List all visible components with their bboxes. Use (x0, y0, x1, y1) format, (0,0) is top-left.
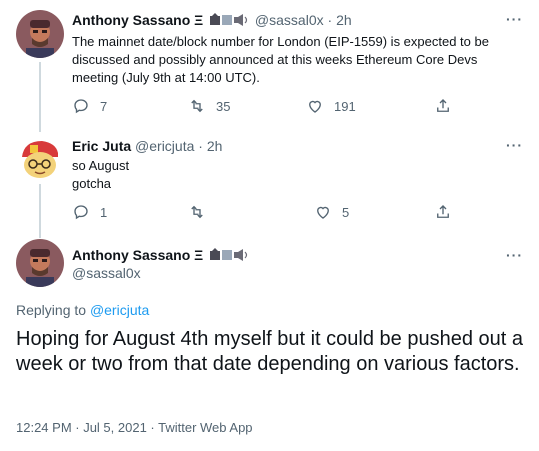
separator: · (327, 12, 333, 28)
handle-row: @sassal0x (72, 264, 141, 282)
reply-count: 1 (100, 204, 108, 220)
author-handle[interactable]: @sassal0x (72, 265, 141, 281)
like-count: 191 (334, 98, 356, 114)
share-icon (437, 205, 449, 218)
reply-icon (74, 205, 88, 220)
tweet-actions: 1 5 (72, 202, 512, 222)
share-button[interactable] (434, 96, 452, 116)
reply-button[interactable]: 7 (72, 96, 107, 116)
more-icon[interactable]: ··· (506, 12, 523, 26)
thread-line (39, 62, 41, 132)
tweet-meta[interactable]: 12:24 PM · Jul 5, 2021 · Twitter Web App (16, 420, 253, 435)
timestamp[interactable]: 2h (336, 12, 352, 28)
emoji-badge-icon (209, 13, 249, 31)
avatar[interactable] (16, 239, 64, 287)
reply-icon (74, 99, 88, 114)
replying-prefix: Replying to (16, 302, 87, 318)
like-button[interactable]: 191 (306, 96, 356, 116)
heart-icon (309, 100, 321, 113)
author-handle[interactable]: @sassal0x (255, 12, 324, 28)
replying-to-link[interactable]: @ericjuta (90, 302, 149, 318)
tweet-actions: 7 35 191 (72, 96, 512, 116)
reply-count: 7 (100, 98, 108, 114)
retweet-button[interactable] (188, 202, 216, 222)
retweet-icon (191, 205, 203, 219)
tweet-header: Anthony Sassano Ξ @sassal0x · 2h (72, 11, 352, 31)
emoji-badge-icon (209, 248, 249, 266)
tweet-text-line: so August (72, 158, 130, 173)
retweet-count: 35 (216, 98, 231, 114)
main-tweet-text: Hoping for August 4th myself but it coul… (16, 328, 523, 375)
author-name[interactable]: Anthony Sassano Ξ (72, 12, 203, 28)
separator: · (198, 138, 203, 154)
reply-button[interactable]: 1 (72, 202, 107, 222)
replying-to: Replying to @ericjuta (16, 302, 149, 318)
author-name[interactable]: Anthony Sassano Ξ (72, 247, 203, 263)
retweet-button[interactable]: 35 (188, 96, 230, 116)
thread-line (39, 184, 41, 238)
share-icon (437, 99, 449, 112)
tweet-text-line: gotcha (72, 176, 112, 191)
avatar[interactable] (16, 135, 64, 183)
tweet-text: The mainnet date/block number for London… (72, 34, 489, 85)
timestamp[interactable]: 2h (207, 138, 223, 154)
author-name[interactable]: Eric Juta (72, 138, 131, 154)
tweet-text: so August gotcha (72, 157, 512, 193)
retweet-icon (191, 99, 203, 113)
heart-icon (317, 206, 329, 219)
author-name-row: Anthony Sassano Ξ (72, 246, 251, 266)
more-icon[interactable]: ··· (506, 138, 523, 152)
like-count: 5 (342, 204, 350, 220)
share-button[interactable] (434, 202, 452, 222)
like-button[interactable]: 5 (314, 202, 349, 222)
avatar[interactable] (16, 10, 64, 58)
more-icon[interactable]: ··· (506, 248, 523, 262)
author-handle[interactable]: @ericjuta (135, 138, 194, 154)
tweet-header: Eric Juta @ericjuta · 2h (72, 137, 222, 155)
